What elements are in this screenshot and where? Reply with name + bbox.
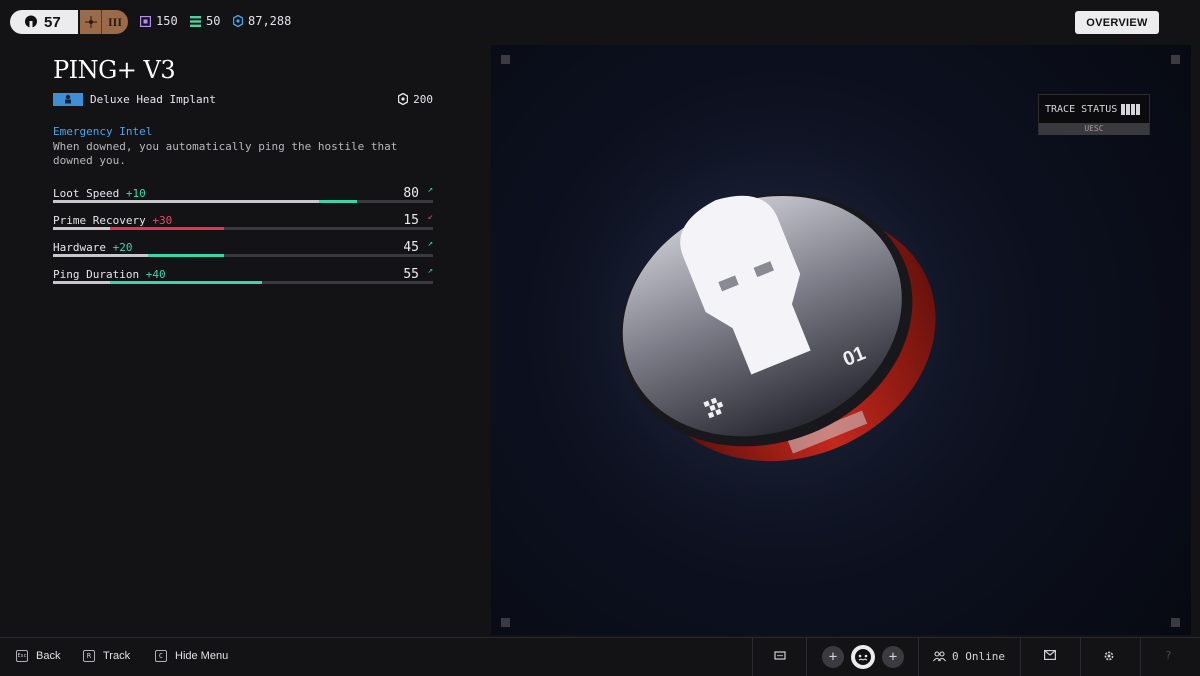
stat-modifier: +40 bbox=[145, 268, 166, 281]
blue-coin-icon bbox=[233, 15, 243, 27]
trace-level-icon bbox=[1121, 103, 1141, 115]
item-title: PING+ V3 bbox=[53, 56, 176, 84]
trace-sub-label: UESC bbox=[1039, 123, 1149, 135]
chat-icon[interactable] bbox=[774, 650, 786, 662]
frame-corner bbox=[1171, 618, 1180, 627]
frame-corner bbox=[1171, 55, 1180, 64]
back-action[interactable]: Esc Back bbox=[16, 650, 60, 662]
arrow-up-icon: ↗ bbox=[427, 239, 433, 249]
currency-blue: 87,288 bbox=[233, 14, 291, 28]
trace-status-panel: TRACE STATUS UESC bbox=[1038, 94, 1150, 135]
back-label: Back bbox=[36, 650, 61, 662]
item-type-label: Deluxe Head Implant bbox=[90, 92, 216, 106]
stat-modifier: +30 bbox=[152, 214, 173, 227]
stat-bar-base bbox=[53, 254, 148, 257]
bottom-bar: Esc Back R Track C Hide Menu + + 0 Onlin… bbox=[0, 637, 1200, 676]
add-party-right-button[interactable]: + bbox=[882, 646, 904, 668]
implant-type-icon bbox=[53, 92, 83, 106]
mail-icon[interactable] bbox=[1044, 650, 1056, 660]
frame-corner bbox=[501, 618, 510, 627]
online-label: 0 Online bbox=[952, 650, 1005, 663]
stat-value: 55 bbox=[403, 267, 419, 282]
arrow-up-icon: ↗ bbox=[427, 266, 433, 276]
green-stack-icon bbox=[190, 15, 201, 27]
stat-bar-bonus bbox=[148, 254, 224, 257]
rank-badge[interactable]: III bbox=[80, 10, 128, 34]
stat-bar-bonus bbox=[319, 200, 357, 203]
purple-chip-icon bbox=[140, 15, 151, 27]
player-head-icon bbox=[25, 15, 37, 30]
track-action[interactable]: R Track bbox=[83, 650, 130, 662]
stat-value: 45 bbox=[403, 240, 419, 255]
c-key-icon: C bbox=[155, 650, 167, 662]
arrow-down-icon: ↙ bbox=[427, 212, 433, 222]
stat-name: Loot Speed +10 bbox=[53, 187, 146, 200]
r-key-icon: R bbox=[83, 650, 95, 662]
stat-value: 15 bbox=[403, 213, 419, 228]
online-friends[interactable]: 0 Online bbox=[933, 650, 1005, 663]
currency-green-value: 50 bbox=[206, 14, 221, 28]
stat-bar-base bbox=[53, 227, 110, 230]
stat-bar bbox=[53, 200, 433, 203]
stat-bar bbox=[53, 281, 433, 284]
rank-label: III bbox=[107, 14, 122, 29]
stat-bar-base bbox=[53, 200, 319, 203]
trace-status-label: TRACE STATUS bbox=[1045, 103, 1118, 115]
stat-name: Prime Recovery +30 bbox=[53, 214, 173, 227]
item-cost: 200 bbox=[398, 93, 433, 106]
friends-icon bbox=[933, 651, 946, 662]
currency-blue-value: 87,288 bbox=[248, 14, 292, 28]
player-avatar[interactable] bbox=[851, 645, 875, 669]
player-level-value: 57 bbox=[44, 13, 61, 31]
rank-emblem-icon bbox=[80, 10, 102, 34]
overview-button[interactable]: OVERVIEW bbox=[1075, 11, 1159, 34]
stat-bar bbox=[53, 227, 433, 230]
stat-name: Hardware +20 bbox=[53, 241, 133, 254]
stat-row: Loot Speed +10 80 ↗ bbox=[53, 185, 433, 203]
stat-modifier: +20 bbox=[112, 241, 133, 254]
perk-description: When downed, you automatically ping the … bbox=[53, 140, 398, 167]
player-level[interactable]: 57 bbox=[10, 10, 78, 34]
help-icon[interactable]: ? bbox=[1165, 649, 1172, 662]
hide-menu-action[interactable]: C Hide Menu bbox=[155, 650, 228, 662]
currency-purple: 150 bbox=[140, 14, 178, 28]
add-party-left-button[interactable]: + bbox=[822, 646, 844, 668]
track-label: Track bbox=[103, 650, 131, 662]
stat-bar-base bbox=[53, 281, 110, 284]
stat-row: Hardware +20 45 ↗ bbox=[53, 239, 433, 257]
frame-corner bbox=[501, 55, 510, 64]
currency-green: 50 bbox=[190, 14, 220, 28]
hide-menu-label: Hide Menu bbox=[175, 650, 229, 662]
perk-name: Emergency Intel bbox=[53, 125, 153, 138]
stat-modifier: +10 bbox=[125, 187, 146, 200]
stat-bar-bonus bbox=[110, 281, 262, 284]
item-cost-value: 200 bbox=[413, 92, 433, 106]
arrow-up-icon: ↗ bbox=[427, 185, 433, 195]
cost-coin-icon bbox=[398, 93, 409, 105]
item-type-row: Deluxe Head Implant 200 bbox=[53, 91, 433, 107]
stat-row: Prime Recovery +30 15 ↙ bbox=[53, 212, 433, 230]
currency-purple-value: 150 bbox=[156, 14, 178, 28]
avatar-face-icon bbox=[855, 649, 871, 665]
esc-key-icon: Esc bbox=[16, 650, 28, 662]
stat-bar bbox=[53, 254, 433, 257]
stat-bar-bonus bbox=[110, 227, 224, 230]
stat-name: Ping Duration +40 bbox=[53, 268, 166, 281]
top-bar: 57 III 150 50 87,288 OVERVIEW bbox=[0, 0, 1200, 44]
stat-row: Ping Duration +40 55 ↗ bbox=[53, 266, 433, 284]
stat-value: 80 bbox=[403, 186, 419, 201]
gear-icon[interactable] bbox=[1103, 650, 1115, 662]
